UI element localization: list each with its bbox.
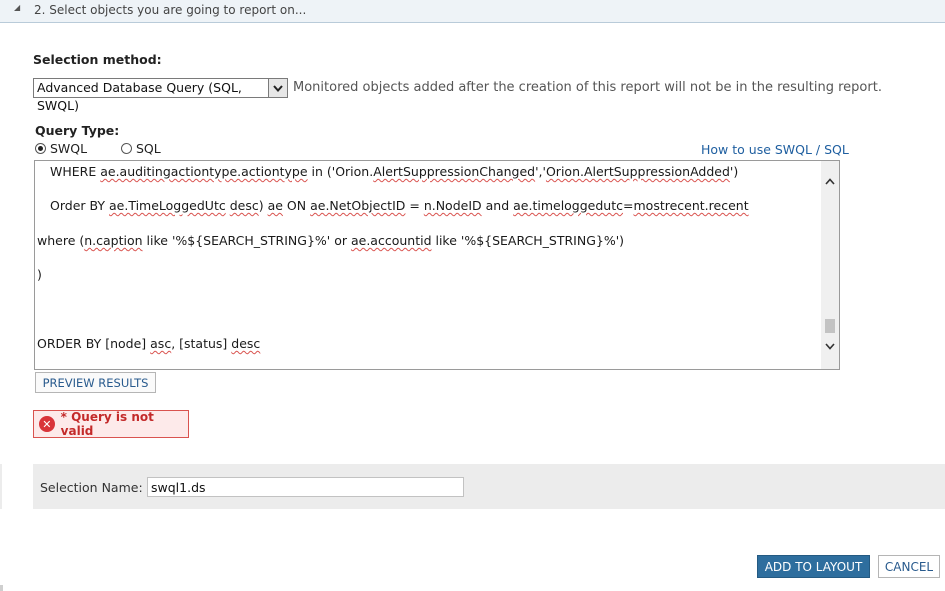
radio-sql[interactable]: SQL bbox=[121, 141, 161, 156]
preview-results-button[interactable]: PREVIEW RESULTS bbox=[35, 372, 156, 393]
radio-swql-button[interactable] bbox=[35, 143, 46, 154]
error-x-icon: ✕ bbox=[39, 416, 55, 432]
code-line-5: ORDER BY [node] asc, [status] desc bbox=[37, 336, 261, 351]
add-to-layout-button[interactable]: ADD TO LAYOUT bbox=[757, 555, 870, 578]
query-editor[interactable]: WHERE ae.auditingactiontype.actiontype i… bbox=[34, 160, 840, 370]
radio-sql-button[interactable] bbox=[121, 143, 132, 154]
radio-swql-label: SWQL bbox=[50, 141, 88, 156]
code-line-3: where (n.caption like '%${SEARCH_STRING}… bbox=[37, 233, 625, 248]
selection-name-label: Selection Name: bbox=[40, 480, 143, 495]
editor-scrollbar[interactable] bbox=[821, 161, 839, 369]
selection-method-value: Advanced Database Query (SQL, SWQL) bbox=[37, 80, 242, 113]
divider bbox=[0, 585, 3, 591]
scroll-down-icon[interactable] bbox=[821, 337, 839, 355]
code-line-4: ) bbox=[37, 267, 42, 282]
selection-name-input[interactable] bbox=[147, 477, 464, 497]
section-header[interactable]: ◢ 2. Select objects you are going to rep… bbox=[0, 0, 945, 23]
radio-sql-label: SQL bbox=[136, 141, 161, 156]
divider bbox=[0, 464, 2, 509]
triangle-down-icon[interactable]: ◢ bbox=[14, 3, 20, 12]
query-type-label: Query Type: bbox=[35, 123, 120, 138]
cancel-button[interactable]: CANCEL bbox=[878, 555, 940, 578]
selection-name-bar: Selection Name: bbox=[33, 464, 945, 509]
query-error-message: ✕ * Query is not valid bbox=[33, 410, 189, 438]
scroll-up-icon[interactable] bbox=[821, 172, 839, 190]
help-link[interactable]: How to use SWQL / SQL bbox=[701, 142, 849, 157]
selection-method-select[interactable]: Advanced Database Query (SQL, SWQL) bbox=[33, 78, 288, 113]
section-title: 2. Select objects you are going to repor… bbox=[34, 3, 307, 17]
error-text: * Query is not valid bbox=[60, 410, 154, 438]
selection-method-note: Monitored objects added after the creati… bbox=[293, 80, 882, 95]
scrollbar-thumb[interactable] bbox=[825, 319, 835, 333]
radio-swql[interactable]: SWQL bbox=[35, 141, 87, 156]
selection-method-label: Selection method: bbox=[33, 52, 162, 67]
code-line-2: Order BY ae.TimeLoggedUtc desc) ae ON ae… bbox=[50, 198, 749, 213]
chevron-down-icon[interactable] bbox=[268, 79, 287, 97]
code-line-1: WHERE ae.auditingactiontype.actiontype i… bbox=[50, 164, 739, 179]
